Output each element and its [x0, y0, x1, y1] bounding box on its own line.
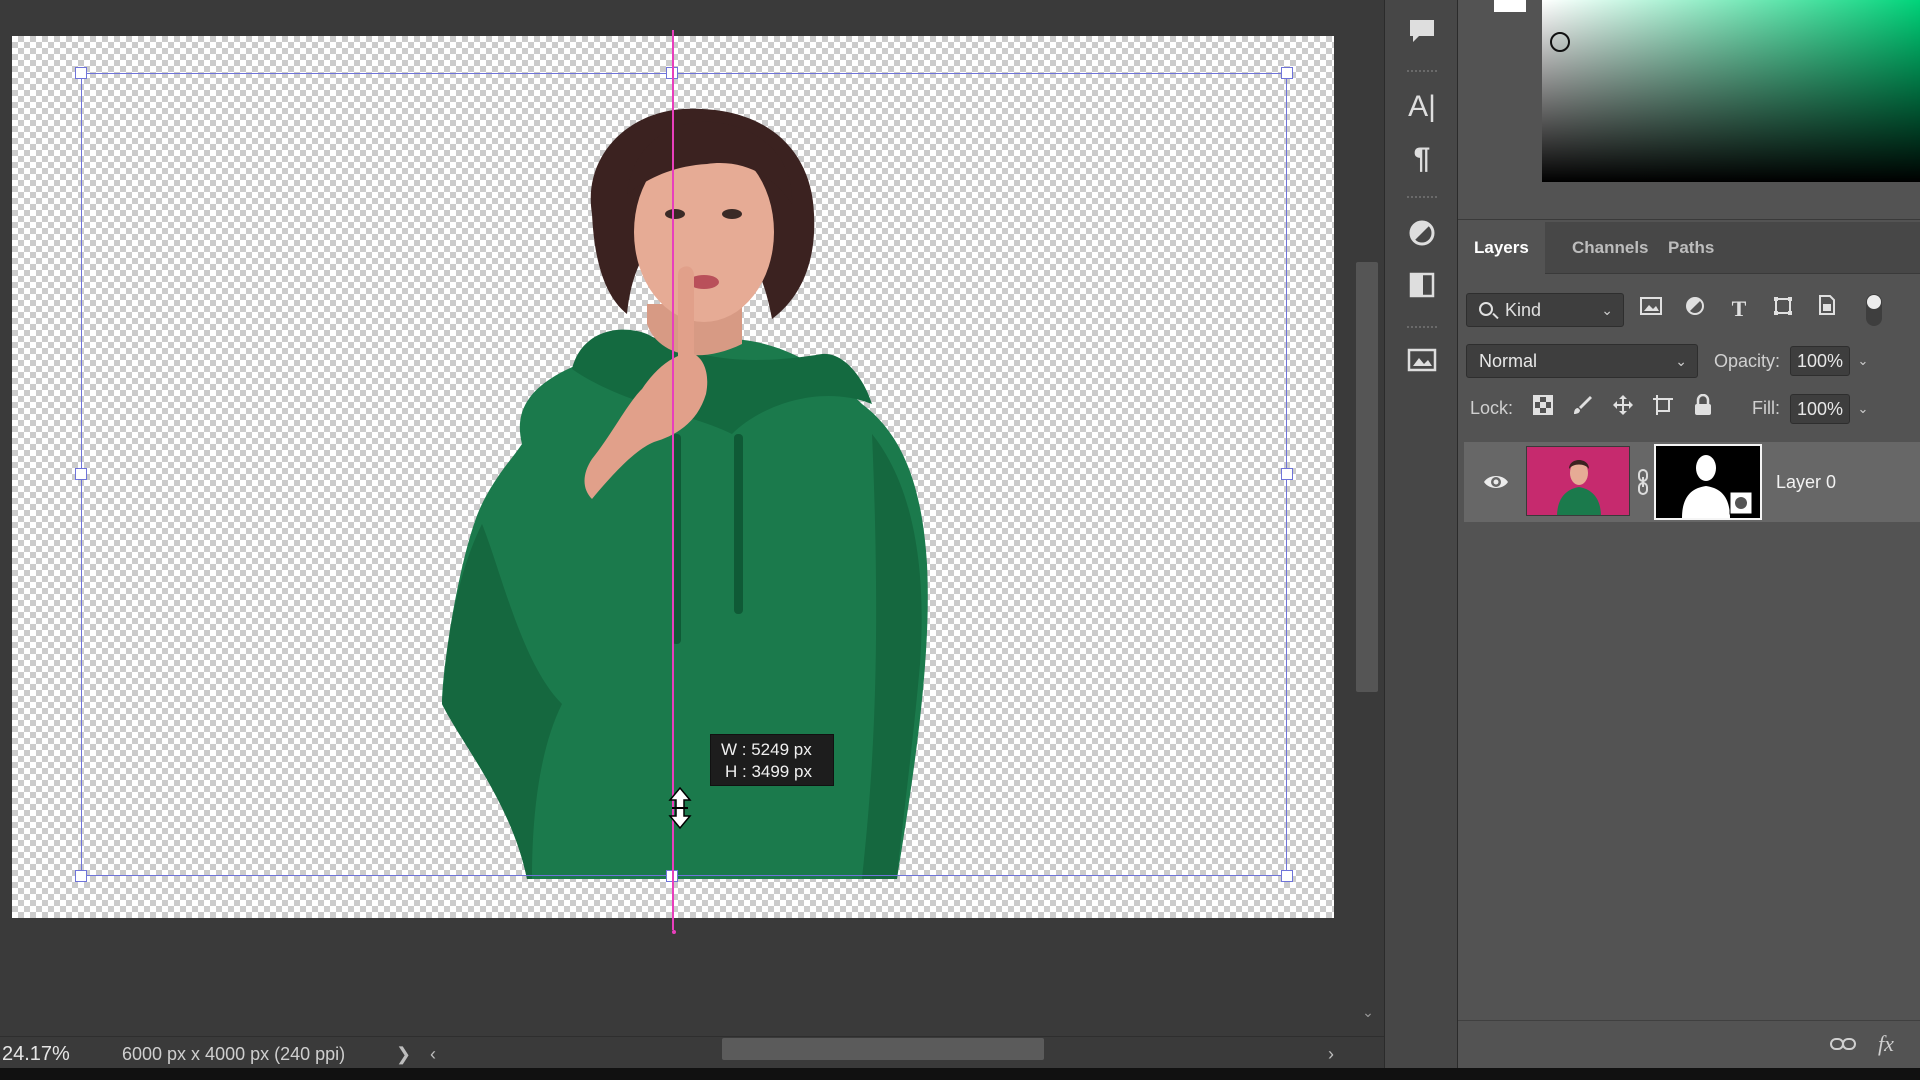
right-panel-dock: Layers Channels Paths Kind ⌄ T Normal ⌄ …: [1458, 0, 1920, 1068]
bottom-edge-strip: [0, 1068, 1920, 1080]
panel-icon-strip: A| ¶: [1384, 0, 1458, 1068]
filter-shape-layers-icon[interactable]: [1768, 294, 1798, 324]
transform-bounding-box[interactable]: [81, 73, 1287, 876]
tab-layers[interactable]: Layers: [1458, 222, 1545, 274]
filter-type-layers-icon[interactable]: T: [1724, 294, 1754, 324]
fill-label: Fill:: [1752, 398, 1780, 418]
filter-smart-objects-icon[interactable]: [1812, 294, 1842, 324]
photoshop-window: W : 5249 px H : 3499 px ⌄ 24.17% 6000 px…: [0, 0, 1920, 1080]
chevron-down-icon: ⌄: [1601, 302, 1613, 318]
layer-filter-toggle[interactable]: [1866, 294, 1882, 326]
search-icon: [1479, 302, 1493, 316]
transform-handle-middle-left[interactable]: [75, 468, 87, 480]
scroll-left-arrow-icon[interactable]: ‹: [430, 1036, 436, 1072]
panel-grip[interactable]: [1407, 196, 1437, 200]
layer-name[interactable]: Layer 0: [1776, 442, 1836, 522]
vertical-scroll-thumb[interactable]: [1356, 262, 1378, 692]
document-workspace: W : 5249 px H : 3499 px: [0, 0, 1352, 1080]
transform-size-tooltip: W : 5249 px H : 3499 px: [710, 734, 834, 786]
smart-guide-endpoint: [672, 930, 676, 934]
fx-icon[interactable]: fx: [1878, 1029, 1894, 1059]
tooltip-width: W : 5249 px: [721, 740, 812, 759]
layer-filter-kind-select[interactable]: Kind ⌄: [1466, 293, 1624, 327]
filter-adjustment-layers-icon[interactable]: [1680, 294, 1710, 324]
lock-position-icon[interactable]: [1608, 394, 1638, 424]
blend-mode-value: Normal: [1479, 351, 1538, 371]
adjustments-icon[interactable]: [1399, 210, 1445, 256]
character-icon[interactable]: A|: [1399, 84, 1445, 130]
vertical-resize-cursor-icon: [668, 786, 692, 830]
layer-row[interactable]: Layer 0: [1458, 442, 1920, 522]
tooltip-height: H : 3499 px: [725, 762, 812, 781]
properties-icon[interactable]: [1399, 262, 1445, 308]
transform-handle-bottom-left[interactable]: [75, 870, 87, 882]
lock-artboard-icon[interactable]: [1648, 394, 1678, 424]
mask-link-chain-icon[interactable]: [1636, 468, 1650, 496]
paragraph-icon[interactable]: ¶: [1399, 136, 1445, 182]
opacity-chevron-down-icon[interactable]: ⌄: [1852, 346, 1874, 376]
chevron-down-icon: ⌄: [1675, 353, 1687, 369]
panel-grip[interactable]: [1407, 326, 1437, 330]
color-panel: [1458, 0, 1920, 220]
tab-paths[interactable]: Paths: [1652, 222, 1730, 274]
libraries-icon[interactable]: [1399, 336, 1445, 382]
visibility-eye-icon[interactable]: [1482, 468, 1510, 496]
blend-mode-select[interactable]: Normal ⌄: [1466, 344, 1698, 378]
transform-handle-top-left[interactable]: [75, 67, 87, 79]
zoom-level[interactable]: 24.17%: [0, 1036, 90, 1072]
fill-field[interactable]: 100%: [1790, 394, 1850, 424]
transform-handle-top-right[interactable]: [1281, 67, 1293, 79]
layer-thumbnail[interactable]: [1526, 446, 1630, 516]
link-layers-icon[interactable]: [1830, 1029, 1856, 1059]
lock-label: Lock:: [1470, 398, 1514, 418]
layers-panel-footer: fx: [1458, 1020, 1920, 1068]
lock-image-pixels-icon[interactable]: [1568, 394, 1598, 424]
opacity-label: Opacity:: [1714, 351, 1781, 371]
layer-mask-thumbnail[interactable]: [1654, 444, 1762, 520]
color-picker-ring[interactable]: [1550, 32, 1570, 52]
lock-transparent-pixels-icon[interactable]: [1528, 394, 1558, 424]
lock-all-icon[interactable]: [1688, 393, 1718, 424]
foreground-color-swatch[interactable]: [1494, 0, 1526, 12]
layers-panel: Kind ⌄ T Normal ⌄ Opacity: 100% ⌄ Lock: …: [1458, 274, 1920, 1020]
layers-panel-tabs: Layers Channels Paths: [1458, 222, 1920, 274]
document-size-info: 6000 px x 4000 px (240 ppi): [122, 1044, 346, 1064]
horizontal-scroll-thumb[interactable]: [722, 1038, 1044, 1060]
fill-chevron-down-icon[interactable]: ⌄: [1852, 394, 1874, 424]
status-expand-arrow-icon[interactable]: ❯: [396, 1036, 411, 1072]
tab-channels[interactable]: Channels: [1556, 222, 1665, 274]
scroll-right-arrow-icon[interactable]: ›: [1328, 1036, 1334, 1072]
comment-icon[interactable]: [1399, 8, 1445, 54]
transform-handle-bottom-right[interactable]: [1281, 870, 1293, 882]
color-picker-field[interactable]: [1542, 0, 1920, 182]
scroll-down-arrow-icon[interactable]: ⌄: [1360, 1004, 1376, 1020]
transform-handle-middle-right[interactable]: [1281, 468, 1293, 480]
kind-label: Kind: [1505, 300, 1542, 320]
filter-pixel-layers-icon[interactable]: [1636, 294, 1666, 324]
opacity-field[interactable]: 100%: [1790, 346, 1850, 376]
panel-grip[interactable]: [1407, 70, 1437, 74]
